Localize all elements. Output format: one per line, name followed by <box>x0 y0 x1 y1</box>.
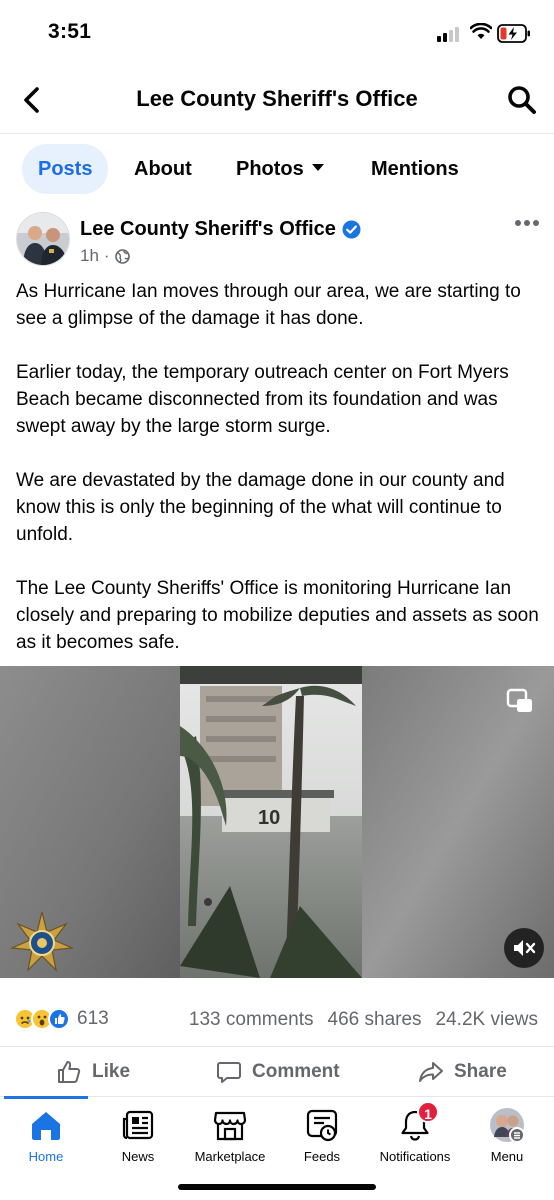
share-arrow-icon <box>419 1062 443 1082</box>
views-count: 24.2K views <box>435 1009 538 1030</box>
tabbar-notifications[interactable]: 1 Notifications <box>369 1101 461 1164</box>
speaker-muted-icon <box>514 940 536 956</box>
comment-label: Comment <box>252 1061 340 1082</box>
wifi-icon <box>470 23 492 39</box>
notifications-icon-wrap: 1 <box>397 1101 439 1143</box>
comments-count[interactable]: 133 comments <box>189 1009 314 1031</box>
avatar-photo <box>17 213 69 265</box>
post-author-name[interactable]: Lee County Sheriff's Office <box>80 218 336 241</box>
page-title: Lee County Sheriff's Office <box>136 86 418 111</box>
tabbar-feeds-label: Feeds <box>303 1149 341 1164</box>
cellular-signal-icon <box>437 26 463 42</box>
post-action-bar: Like Comment Share <box>0 1046 554 1096</box>
thumbs-up-icon <box>58 1061 81 1083</box>
share-label: Share <box>454 1061 507 1082</box>
post-timestamp[interactable]: 1h <box>80 246 99 266</box>
tabbar-news[interactable]: News <box>92 1107 184 1164</box>
video-sign-text: 10 <box>258 807 280 829</box>
tabbar-menu[interactable]: Menu <box>461 1107 553 1164</box>
share-button[interactable]: Share <box>418 1059 507 1085</box>
tab-about[interactable]: About <box>134 144 192 194</box>
post-paragraph: We are devastated by the damage done in … <box>16 470 505 545</box>
notification-count-badge: 1 <box>417 1101 439 1123</box>
tab-mentions-label: Mentions <box>371 158 459 180</box>
reaction-summary[interactable]: 613 <box>14 1008 109 1030</box>
tab-photos[interactable]: Photos <box>236 144 324 194</box>
marketplace-store-icon <box>213 1111 247 1141</box>
menu-avatar-wrap <box>489 1107 525 1143</box>
like-reaction-icon <box>48 1008 70 1030</box>
tabbar-home[interactable]: Home <box>0 1107 92 1164</box>
like-button[interactable]: Like <box>56 1059 130 1085</box>
tabbar-home-label: Home <box>28 1149 64 1164</box>
battery-charging-icon <box>497 24 530 43</box>
video-frame: 10 <box>0 666 554 978</box>
post-meta: 1h · <box>80 246 130 266</box>
tab-about-label: About <box>134 158 192 180</box>
reaction-count: 613 <box>77 1008 109 1029</box>
top-navigation-bar: Lee County Sheriff's Office <box>0 66 554 134</box>
tab-photos-label: Photos <box>236 158 304 180</box>
more-options-icon[interactable] <box>514 218 540 228</box>
post-stats: 133 comments 466 shares 24.2K views <box>189 1009 538 1031</box>
post-paragraph: As Hurricane Ian moves through our area,… <box>16 281 521 329</box>
feeds-icon <box>306 1109 338 1142</box>
meta-separator: · <box>103 246 110 265</box>
tabbar-feeds[interactable]: Feeds <box>276 1107 368 1164</box>
comment-bubble-icon <box>217 1062 241 1083</box>
post-text: As Hurricane Ian moves through our area,… <box>16 278 542 683</box>
like-label: Like <box>92 1061 131 1082</box>
tab-posts[interactable]: Posts <box>22 144 109 194</box>
home-indicator <box>178 1184 376 1190</box>
status-bar: 3:51 <box>0 0 554 66</box>
post-video[interactable]: 10 <box>0 666 554 978</box>
profile-avatar <box>490 1108 525 1143</box>
tabbar-marketplace-label: Marketplace <box>194 1149 266 1164</box>
page-avatar[interactable] <box>16 212 70 266</box>
profile-tabs: Posts About Photos Mentions <box>0 144 554 194</box>
news-icon <box>122 1110 154 1140</box>
active-tab-indicator <box>4 1096 88 1099</box>
tabbar-menu-label: Menu <box>490 1149 524 1164</box>
status-time: 3:51 <box>48 20 92 43</box>
tabbar-marketplace[interactable]: Marketplace <box>184 1107 276 1164</box>
search-icon[interactable] <box>506 84 538 116</box>
post-paragraph: Earlier today, the temporary outreach ce… <box>16 362 509 437</box>
post-paragraph: The Lee County Sheriffs' Office is monit… <box>16 578 539 653</box>
caret-down-icon <box>311 164 324 172</box>
tab-posts-label: Posts <box>38 158 93 180</box>
verified-badge-icon <box>342 220 361 239</box>
mute-toggle-button[interactable] <box>504 928 544 968</box>
tabbar-notifications-label: Notifications <box>379 1149 451 1164</box>
globe-icon <box>114 248 130 264</box>
comment-button[interactable]: Comment <box>216 1059 340 1085</box>
shares-count[interactable]: 466 shares <box>328 1009 422 1031</box>
sheriff-star-badge-icon <box>10 911 74 972</box>
picture-in-picture-icon[interactable] <box>506 688 534 714</box>
home-icon <box>32 1112 60 1140</box>
tab-mentions[interactable]: Mentions <box>371 144 459 194</box>
tabbar-news-label: News <box>121 1149 155 1164</box>
